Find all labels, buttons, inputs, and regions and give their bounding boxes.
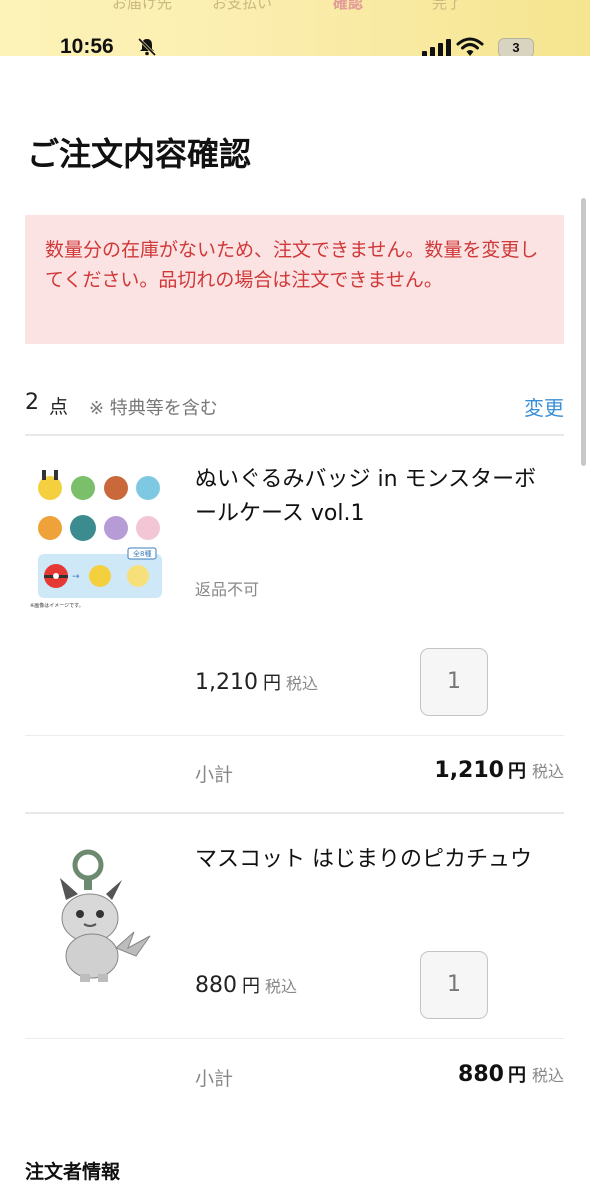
- step-complete: 完了: [432, 0, 463, 12]
- step-payment: お支払い: [212, 0, 273, 12]
- quantity-selector[interactable]: 1: [420, 951, 488, 1019]
- divider: [25, 812, 564, 814]
- price-value: 1,210: [195, 670, 258, 695]
- price-tax: 税込: [285, 674, 318, 693]
- subtotal-tax: 税込: [531, 1066, 564, 1085]
- subtotal-amount: 1,210: [434, 758, 504, 783]
- subtotal-value: 880 円税込: [458, 1061, 564, 1087]
- subtotal-tax: 税込: [531, 762, 564, 781]
- item-return-note: 返品不可: [195, 580, 260, 599]
- item-count-unit: 点: [49, 396, 69, 418]
- price-currency: 円: [262, 673, 281, 694]
- item-count-note: ※ 特典等を含む: [89, 398, 218, 419]
- divider: [25, 1038, 564, 1039]
- step-confirm: 確認: [333, 0, 364, 12]
- svg-text:→: →: [72, 572, 80, 582]
- product-image-pikachu-mascot: [60, 849, 151, 982]
- divider: [25, 735, 564, 736]
- checkout-steps: お届け先 お支払い 確認 完了: [0, 0, 590, 14]
- item-name[interactable]: マスコット はじまりのピカチュウ: [195, 843, 555, 877]
- subtotal-label: 小計: [195, 764, 234, 786]
- cellular-signal-icon: [422, 39, 451, 56]
- subtotal-label: 小計: [195, 1068, 234, 1090]
- status-bar: お届け先 お支払い 確認 完了 10:56 3: [0, 0, 590, 56]
- item-name[interactable]: ぬいぐるみバッジ in モンスターボールケース vol.1: [195, 463, 555, 531]
- product-image-plush-badges: → 全8種 ※画像はイメージです。: [28, 462, 168, 610]
- image-caption: 全8種: [133, 549, 151, 558]
- subtotal-currency: 円: [507, 761, 526, 782]
- orderer-info-heading: 注文者情報: [25, 1161, 121, 1183]
- item-count: 2: [25, 390, 39, 415]
- item-price: 1,210 円税込: [195, 669, 318, 695]
- bell-muted-icon: [137, 37, 157, 56]
- price-currency: 円: [242, 976, 260, 997]
- item-count-row: 2 点 ※ 特典等を含む 変更: [25, 390, 564, 420]
- price-value: 880: [195, 973, 237, 998]
- subtotal-amount: 880: [458, 1062, 504, 1087]
- stock-error-alert: 数量分の在庫がないため、注文できません。数量を変更してください。品切れの場合は注…: [25, 215, 564, 344]
- battery-indicator: 3: [498, 38, 534, 56]
- quantity-selector[interactable]: 1: [420, 648, 488, 716]
- subtotal-value: 1,210 円税込: [434, 757, 564, 783]
- subtotal-currency: 円: [507, 1065, 526, 1086]
- divider: [25, 434, 564, 436]
- wifi-icon: [456, 37, 484, 56]
- price-tax: 税込: [265, 977, 298, 996]
- image-footnote: ※画像はイメージです。: [30, 602, 84, 609]
- change-button[interactable]: 変更: [524, 392, 564, 421]
- item-price: 880 円税込: [195, 972, 297, 998]
- status-time: 10:56: [60, 35, 114, 56]
- page-title: ご注文内容確認: [27, 135, 252, 173]
- scrollbar[interactable]: [581, 198, 586, 466]
- step-shipping: お届け先: [112, 0, 173, 12]
